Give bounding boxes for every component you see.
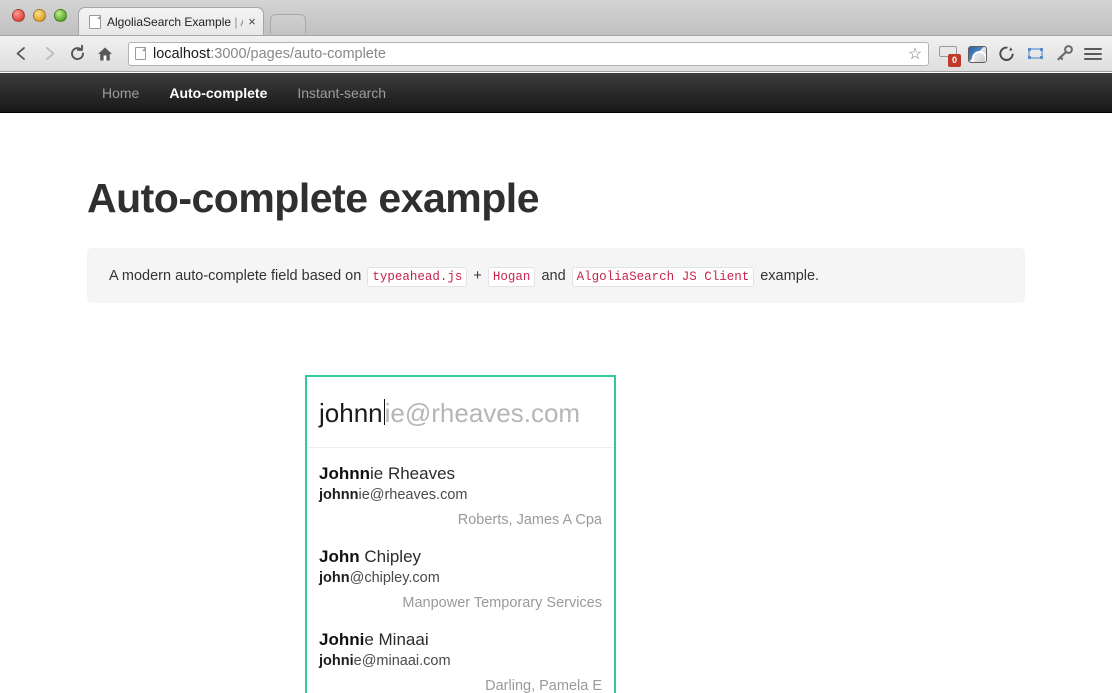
suggestion-email: johnie@minaai.com — [319, 651, 602, 671]
page-viewport: Home Auto-complete Instant-search Auto-c… — [0, 73, 1112, 693]
suggestion-email-match: johnn — [319, 487, 359, 503]
screenshot-capture-icon[interactable] — [1026, 44, 1046, 64]
suggestion-name: Johnie Minaai — [319, 629, 602, 651]
code-hogan: Hogan — [487, 266, 536, 287]
close-tab-icon[interactable]: × — [245, 15, 259, 29]
suggestion-company-rest: Roberts, James A Cpa — [457, 512, 602, 528]
code-typeahead: typeahead.js — [367, 266, 468, 287]
suggestion-item[interactable]: Johnnie Rheaves johnnie@rheaves.com Robe… — [307, 454, 614, 537]
page-title: Auto-complete example — [87, 175, 540, 221]
suggestions-list: Johnnie Rheaves johnnie@rheaves.com Robe… — [307, 448, 614, 693]
suggestion-email-match: johni — [319, 653, 354, 669]
search-input-hint-text: ie@rheaves.com — [384, 397, 581, 428]
sync-circle-icon[interactable] — [997, 44, 1017, 64]
address-bar[interactable]: localhost:3000/pages/auto-complete ☆ — [128, 41, 929, 66]
suggestion-name: John Chipley — [319, 546, 602, 568]
suggestion-name-rest: Chipley — [359, 547, 422, 566]
extension-badge-icon[interactable]: 0 — [939, 44, 961, 67]
page-container: Auto-complete example A modern auto-comp… — [0, 175, 1112, 303]
description-suffix: example. — [760, 267, 820, 284]
browser-window: AlgoliaSearch Example | A × localhos — [0, 0, 1112, 693]
home-button[interactable] — [92, 41, 118, 67]
back-button[interactable] — [8, 41, 34, 67]
suggestion-name: Johnnie Rheaves — [319, 463, 602, 485]
tab-title: AlgoliaSearch Example | A — [107, 14, 243, 29]
minimize-window-button[interactable] — [33, 9, 46, 22]
browser-menu-icon[interactable] — [1084, 45, 1102, 63]
close-window-button[interactable] — [12, 9, 25, 22]
suggestion-email: john@chipley.com — [319, 568, 602, 588]
suggestion-name-match: Johnn — [319, 464, 370, 483]
suggestion-email-rest: @chipley.com — [349, 570, 440, 586]
suggestion-company: Manpower Temporary Services — [319, 592, 602, 614]
extension-icons: 0 — [939, 44, 1104, 67]
description-plus: + — [473, 267, 482, 284]
search-input-typed-text: johnn — [319, 397, 383, 428]
maximize-window-button[interactable] — [54, 9, 67, 22]
nav-item-home[interactable]: Home — [87, 73, 154, 113]
window-traffic-lights — [12, 9, 67, 22]
description-prefix: A modern auto-complete field based on — [109, 267, 362, 284]
search-input[interactable]: johnn ie@rheaves.com — [319, 396, 580, 429]
text-caret — [383, 398, 385, 425]
speedometer-extension-icon[interactable] — [968, 44, 988, 64]
suggestion-name-rest: ie Rheaves — [370, 464, 456, 483]
suggestion-email: johnnie@rheaves.com — [319, 485, 602, 505]
description-text: A modern auto-complete field based on ty… — [109, 266, 820, 287]
browser-tab[interactable]: AlgoliaSearch Example | A × — [78, 7, 264, 35]
suggestion-company-rest: Manpower Temporary Services — [402, 595, 602, 611]
code-algoliasearch-client: AlgoliaSearch JS Client — [571, 266, 755, 287]
page-info-icon — [135, 47, 146, 60]
page-description-panel: A modern auto-complete field based on ty… — [87, 248, 1025, 303]
nav-item-instant-search[interactable]: Instant-search — [282, 73, 401, 113]
suggestion-company: Roberts, James A Cpa — [319, 509, 602, 531]
typeahead-widget: johnn ie@rheaves.com Johnnie Rheaves john… — [305, 375, 616, 693]
browser-tabstrip: AlgoliaSearch Example | A × — [0, 0, 1112, 36]
extension-badge-count: 0 — [948, 53, 961, 67]
suggestion-name-match: Johni — [319, 630, 365, 649]
suggestion-company: Darling, Pamela E — [319, 675, 602, 693]
description-and: and — [541, 267, 566, 284]
suggestion-email-match: john — [319, 570, 350, 586]
nav-item-auto-complete[interactable]: Auto-complete — [154, 73, 282, 113]
bookmark-star-icon[interactable]: ☆ — [906, 46, 924, 64]
key-extension-icon[interactable] — [1055, 44, 1075, 64]
url-text: localhost:3000/pages/auto-complete — [153, 45, 386, 62]
suggestion-item[interactable]: John Chipley john@chipley.com Manpower T… — [307, 537, 614, 620]
browser-toolbar: localhost:3000/pages/auto-complete ☆ 0 — [0, 36, 1112, 72]
site-navbar: Home Auto-complete Instant-search — [0, 73, 1112, 113]
suggestion-company-rest: Darling, Pamela E — [485, 678, 602, 693]
suggestion-name-rest: e Minaai — [364, 630, 429, 649]
forward-button[interactable] — [36, 41, 62, 67]
new-tab-button[interactable] — [270, 14, 306, 34]
page-favicon-icon — [89, 14, 101, 29]
reload-button[interactable] — [64, 41, 90, 67]
suggestion-item[interactable]: Johnie Minaai johnie@minaai.com Darling,… — [307, 620, 614, 693]
suggestion-email-rest: ie@rheaves.com — [358, 487, 468, 503]
suggestion-email-rest: e@minaai.com — [353, 653, 451, 669]
search-input-row[interactable]: johnn ie@rheaves.com — [307, 377, 614, 448]
suggestion-name-match: John — [319, 547, 360, 566]
